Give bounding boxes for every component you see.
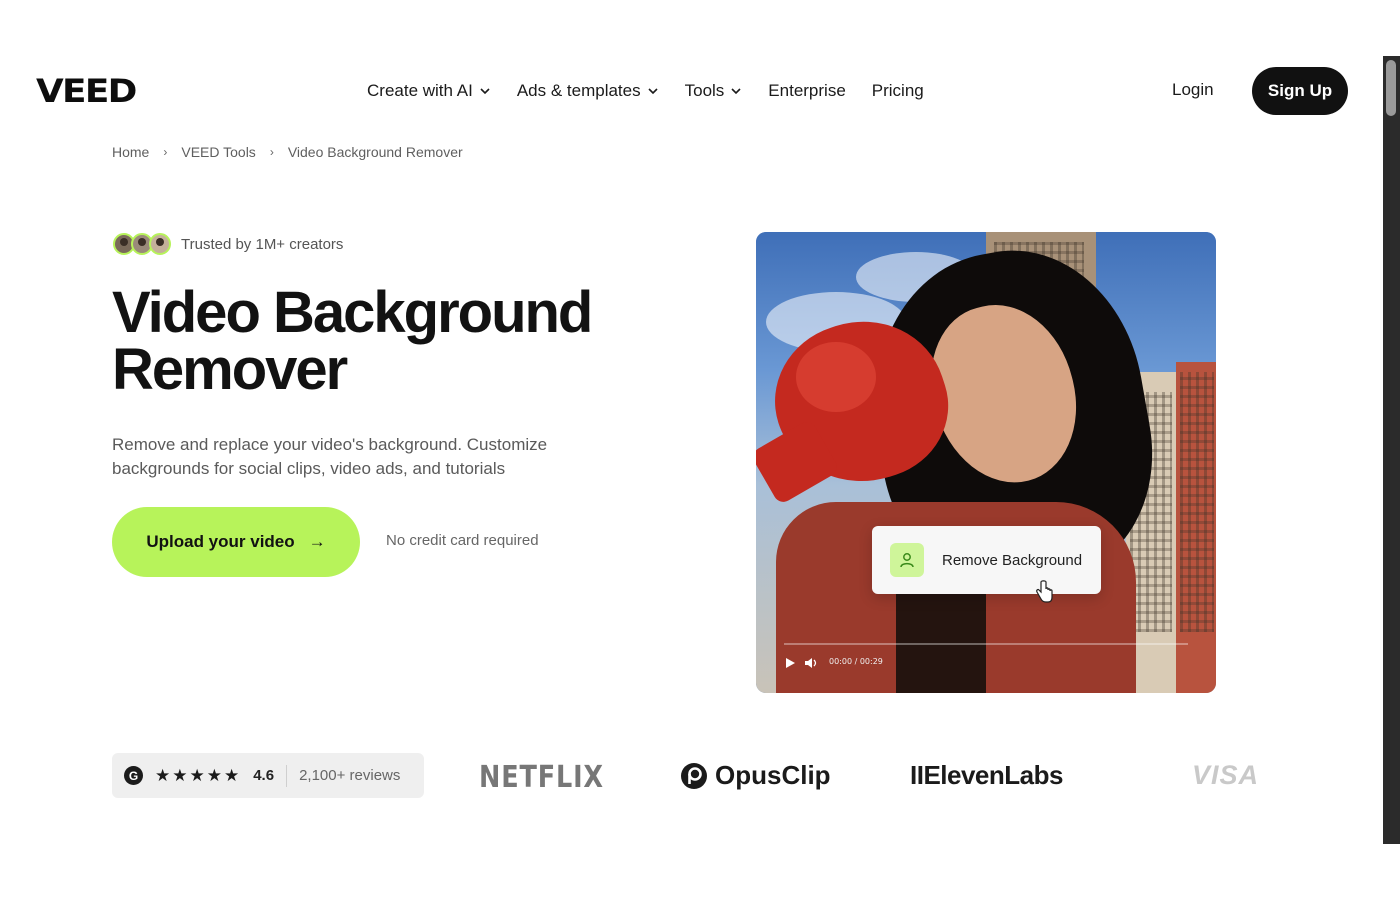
creator-avatars	[113, 233, 171, 255]
nav-ads-templates-label: Ads & templates	[516, 81, 641, 100]
page-title: Video Background Remover	[112, 284, 672, 399]
arrow-right-icon: →	[308, 532, 326, 551]
nav-tools[interactable]: Tools	[685, 81, 743, 101]
avatar	[149, 233, 171, 255]
breadcrumb-current: Video Background Remover	[287, 144, 463, 160]
g2-icon: G	[124, 766, 143, 785]
video-timecode: 00:00 / 00:29	[829, 657, 883, 666]
video-player-controls: 00:00 / 00:29	[756, 637, 1216, 693]
trusted-text: Trusted by 1M+ creators	[181, 235, 344, 253]
breadcrumb-home[interactable]: Home	[112, 144, 149, 160]
page-scrollbar[interactable]	[1383, 56, 1400, 844]
no-credit-card-note: No credit card required	[386, 532, 539, 549]
nav-pricing[interactable]: Pricing	[872, 81, 924, 101]
breadcrumb: Home › VEED Tools › Video Background Rem…	[112, 144, 463, 160]
video-progress-bar[interactable]	[784, 643, 1188, 645]
glove-highlight	[796, 342, 876, 412]
hand-cursor-icon	[1036, 580, 1053, 603]
elevenlabs-logo: IIElevenLabs	[910, 760, 1063, 790]
rating-divider	[286, 764, 288, 787]
nav-create-with-ai-label: Create with AI	[367, 81, 473, 100]
volume-icon[interactable]	[804, 656, 820, 670]
scrollbar-thumb[interactable]	[1386, 60, 1396, 116]
chevron-down-icon	[648, 88, 658, 95]
remove-background-button[interactable]: Remove Background	[872, 526, 1101, 594]
nav-enterprise-label: Enterprise	[768, 81, 846, 100]
visa-logo: VISA	[1192, 760, 1260, 790]
netflix-logo: NETFLIX	[479, 760, 604, 795]
veed-logo[interactable]: VEED	[36, 72, 137, 110]
page-title-line-2: Remover	[112, 337, 348, 402]
star-rating-icons: ★★★★★	[155, 765, 242, 785]
nav-pricing-label: Pricing	[871, 81, 924, 100]
nav-ads-templates[interactable]: Ads & templates	[517, 81, 659, 101]
nav-enterprise[interactable]: Enterprise	[768, 81, 845, 101]
nav-tools-label: Tools	[684, 81, 725, 100]
play-icon[interactable]	[784, 657, 796, 669]
opusclip-logo: OpusClip	[679, 760, 831, 791]
review-count: 2,100+ reviews	[299, 767, 401, 784]
upload-video-label: Upload your video	[146, 532, 295, 551]
breadcrumb-separator: ›	[269, 145, 274, 159]
rating-value: 4.6	[253, 767, 275, 784]
breadcrumb-veed-tools[interactable]: VEED Tools	[181, 144, 255, 160]
hero-video-preview[interactable]: Remove Background 00:00 / 00:29	[756, 232, 1216, 693]
upload-video-button[interactable]: Upload your video →	[112, 507, 360, 577]
trusted-badge: Trusted by 1M+ creators	[113, 233, 343, 255]
chevron-down-icon	[731, 88, 741, 95]
sign-up-button[interactable]: Sign Up	[1252, 67, 1348, 115]
person-icon	[890, 543, 924, 577]
main-nav: Create with AI Ads & templates Tools Ent…	[367, 78, 924, 104]
remove-background-label: Remove Background	[942, 551, 1083, 569]
chevron-down-icon	[480, 88, 490, 95]
login-link[interactable]: Login	[1172, 80, 1214, 100]
hero-subtitle: Remove and replace your video's backgrou…	[112, 435, 548, 478]
opusclip-icon	[681, 762, 707, 789]
page-title-line-1: Video Background	[112, 280, 593, 345]
nav-create-with-ai[interactable]: Create with AI	[367, 81, 491, 101]
opusclip-wordmark: OpusClip	[715, 760, 831, 790]
building-windows	[1180, 372, 1214, 632]
breadcrumb-separator: ›	[163, 145, 168, 159]
g2-rating-badge[interactable]: G ★★★★★ 4.6 2,100+ reviews	[112, 753, 424, 798]
